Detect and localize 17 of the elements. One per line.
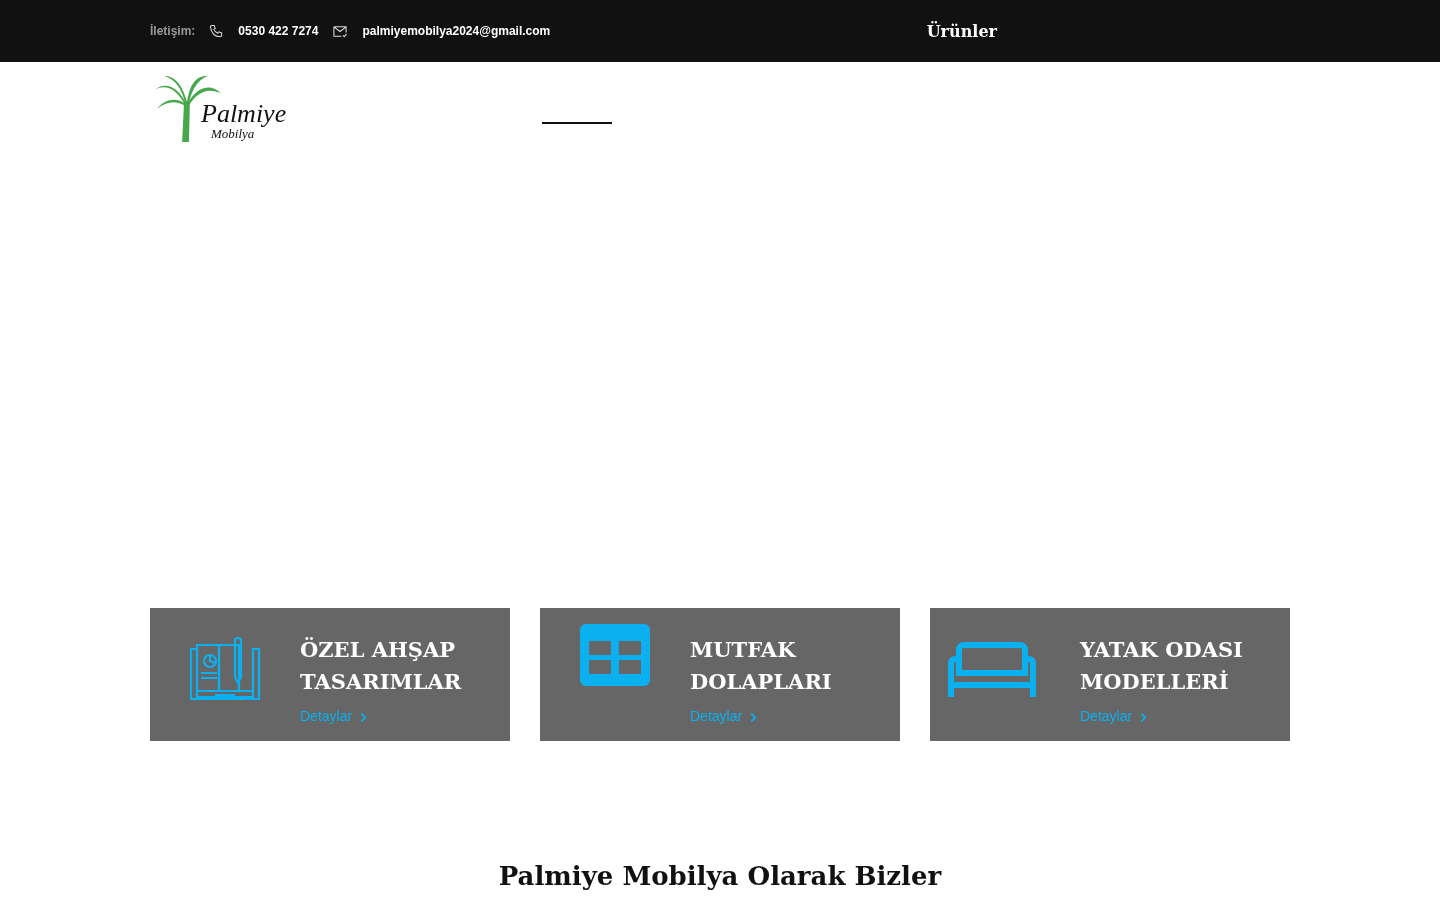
- products-link[interactable]: Ürünler: [926, 21, 997, 41]
- email-link[interactable]: palmiyemobilya2024@gmail.com: [362, 24, 551, 38]
- feature-title: MUTFAK DOLAPLARI: [690, 636, 833, 696]
- phone-link[interactable]: 0530 422 7274: [238, 24, 319, 38]
- chevron-right-icon: [1140, 712, 1148, 723]
- feature-title: ÖZEL AHŞAP TASARIMLAR: [300, 636, 463, 696]
- contact-label: İletişim:: [150, 24, 196, 38]
- sofa-icon: [948, 641, 1036, 697]
- section-heading: Palmiye Mobilya Olarak Bizler: [497, 861, 943, 891]
- mail-icon: [332, 23, 349, 39]
- chevron-right-icon: [360, 712, 368, 723]
- phone-icon: [209, 23, 225, 39]
- cabinet-icon: [580, 624, 650, 686]
- feature-title: YATAK ODASI MODELLERİ: [1080, 636, 1244, 696]
- logo-subtitle: Mobilya: [211, 127, 255, 140]
- chevron-right-icon: [750, 712, 758, 723]
- logo[interactable]: Palmiye Mobilya: [150, 62, 287, 142]
